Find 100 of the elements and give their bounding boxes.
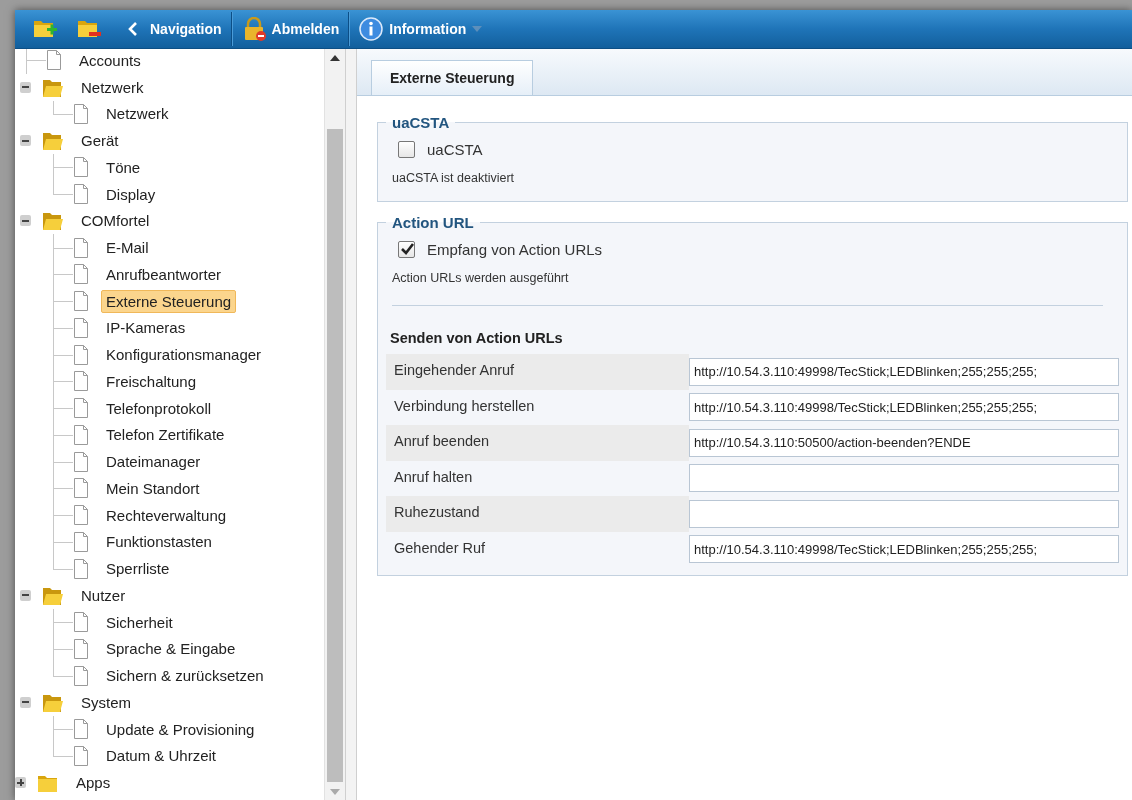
field-label: Eingehender Anruf: [386, 354, 689, 390]
checkbox-label[interactable]: Empfang von Action URLs: [427, 240, 603, 258]
document-icon: [73, 557, 89, 580]
document-icon: [73, 530, 89, 553]
document-icon: [73, 664, 89, 687]
document-icon: [73, 183, 89, 206]
tree-line: [53, 475, 73, 502]
document-icon: [73, 744, 89, 767]
tree-line: [53, 234, 73, 261]
tree-item[interactable]: Netzwerk: [101, 102, 174, 126]
url-field[interactable]: [689, 499, 1119, 528]
tree-item[interactable]: Töne: [101, 155, 146, 179]
tree-item[interactable]: System: [76, 690, 136, 714]
collapse-icon[interactable]: [20, 589, 31, 601]
tree-item[interactable]: Sichern & zurücksetzen: [101, 664, 269, 688]
document-icon: [46, 49, 62, 72]
tree-line: [53, 341, 73, 368]
url-field[interactable]: http://10.54.3.110:50500/action-beenden?ENDE: [689, 428, 1119, 457]
tree-item[interactable]: Display: [101, 182, 161, 206]
status-text: Action URLs werden ausgeführt: [392, 271, 570, 285]
tree-item[interactable]: COMfortel: [76, 209, 155, 233]
tree-item[interactable]: Telefon Zertifikate: [101, 423, 230, 447]
tree-item[interactable]: Dateimanager: [101, 450, 206, 474]
tree-item[interactable]: Freischaltung: [101, 369, 202, 393]
tree-item[interactable]: Sperrliste: [101, 557, 175, 581]
tree-item[interactable]: Nutzer: [76, 583, 131, 607]
tree-line: [53, 287, 73, 315]
tree-line: [53, 394, 73, 422]
document-icon: [73, 156, 89, 179]
info-icon: [359, 17, 384, 41]
tree-item[interactable]: Apps: [71, 771, 116, 795]
document-icon: [73, 263, 89, 286]
field-label: Ruhezustand: [386, 496, 689, 532]
group-title: uaCSTA: [391, 114, 451, 131]
toolbar-button[interactable]: Navigation: [114, 10, 228, 48]
document-icon: [73, 290, 89, 313]
group-title: Action URL: [391, 214, 475, 231]
tab[interactable]: Externe Steuerung: [371, 60, 534, 95]
tree-item[interactable]: Update & Provisioning: [101, 717, 260, 741]
document-icon: [73, 102, 89, 125]
url-field[interactable]: http://10.54.3.110:49998/TecStick;LEDBlinken;255;255;255;: [689, 357, 1119, 386]
checkbox-label[interactable]: uaCSTA: [427, 140, 483, 158]
tree-line: [53, 528, 73, 556]
tree-item[interactable]: Anrufbeantworter: [101, 262, 227, 286]
toolbar-button[interactable]: Information: [353, 10, 489, 48]
tree-item[interactable]: IP-Kameras: [101, 316, 191, 340]
tree-item[interactable]: Sprache & Eingabe: [101, 637, 241, 661]
field-label: Anruf beenden: [386, 425, 689, 461]
tree-item[interactable]: Konfigurationsmanager: [101, 343, 267, 367]
document-icon: [73, 477, 89, 500]
scroll-thumb[interactable]: [327, 129, 343, 782]
document-icon: [73, 450, 89, 473]
scrollbar[interactable]: [324, 49, 345, 800]
url-field[interactable]: http://10.54.3.110:49998/TecStick;LEDBlinken;255;255;255;: [689, 393, 1119, 422]
tree-item[interactable]: Externe Steuerung: [101, 289, 237, 313]
document-icon: [73, 504, 89, 527]
document-icon: [73, 423, 89, 446]
document-icon: [73, 316, 89, 339]
tree-line: [53, 368, 73, 395]
document-icon: [73, 397, 89, 420]
field-label: Verbindung herstellen: [393, 396, 536, 416]
tree-line: [53, 715, 73, 743]
expand-icon[interactable]: [15, 777, 26, 789]
tree-line: [53, 314, 73, 342]
checkbox[interactable]: [398, 140, 415, 158]
tree-item[interactable]: Netzwerk: [76, 75, 149, 99]
document-icon: [73, 343, 89, 366]
subheading: Senden von Action URLs: [390, 330, 564, 346]
tree-line: [53, 261, 73, 288]
tree-line: [53, 501, 73, 529]
tree-item[interactable]: Mein Standort: [101, 476, 205, 500]
tree-line: [53, 154, 73, 181]
document-icon: [73, 370, 89, 393]
document-icon: [73, 637, 89, 660]
tree-item[interactable]: Accounts: [74, 49, 146, 72]
field-label: Anruf halten: [393, 467, 474, 487]
status-text: uaCSTA ist deaktiviert: [392, 171, 516, 185]
toolbar-button[interactable]: Abmelden: [235, 10, 346, 48]
tree-item[interactable]: Gerät: [76, 129, 124, 153]
document-icon: [73, 718, 89, 741]
tree-line: [53, 635, 73, 663]
collapse-icon[interactable]: [20, 696, 31, 708]
document-icon: [73, 611, 89, 634]
collapse-icon[interactable]: [20, 81, 31, 93]
tree-line: [53, 608, 73, 636]
tree-item[interactable]: Funktionstasten: [101, 530, 217, 554]
tree-item[interactable]: Telefonprotokoll: [101, 396, 217, 420]
collapse-icon[interactable]: [20, 135, 31, 147]
field-label: Gehender Ruf: [393, 538, 487, 558]
collapse-icon[interactable]: [20, 215, 31, 227]
checkbox[interactable]: [398, 240, 415, 258]
url-field[interactable]: [689, 464, 1119, 493]
tree-line: [26, 49, 46, 74]
tree-line: [53, 448, 73, 475]
tree-item[interactable]: E-Mail: [101, 236, 154, 260]
tree-item[interactable]: Rechteverwaltung: [101, 503, 232, 527]
tree-item[interactable]: Sicherheit: [101, 610, 178, 634]
url-field[interactable]: http://10.54.3.110:49998/TecStick;LEDBlinken;255;255;255;: [689, 535, 1119, 564]
tree-item[interactable]: Datum & Uhrzeit: [101, 744, 222, 768]
open-folder-icon: [42, 210, 64, 232]
